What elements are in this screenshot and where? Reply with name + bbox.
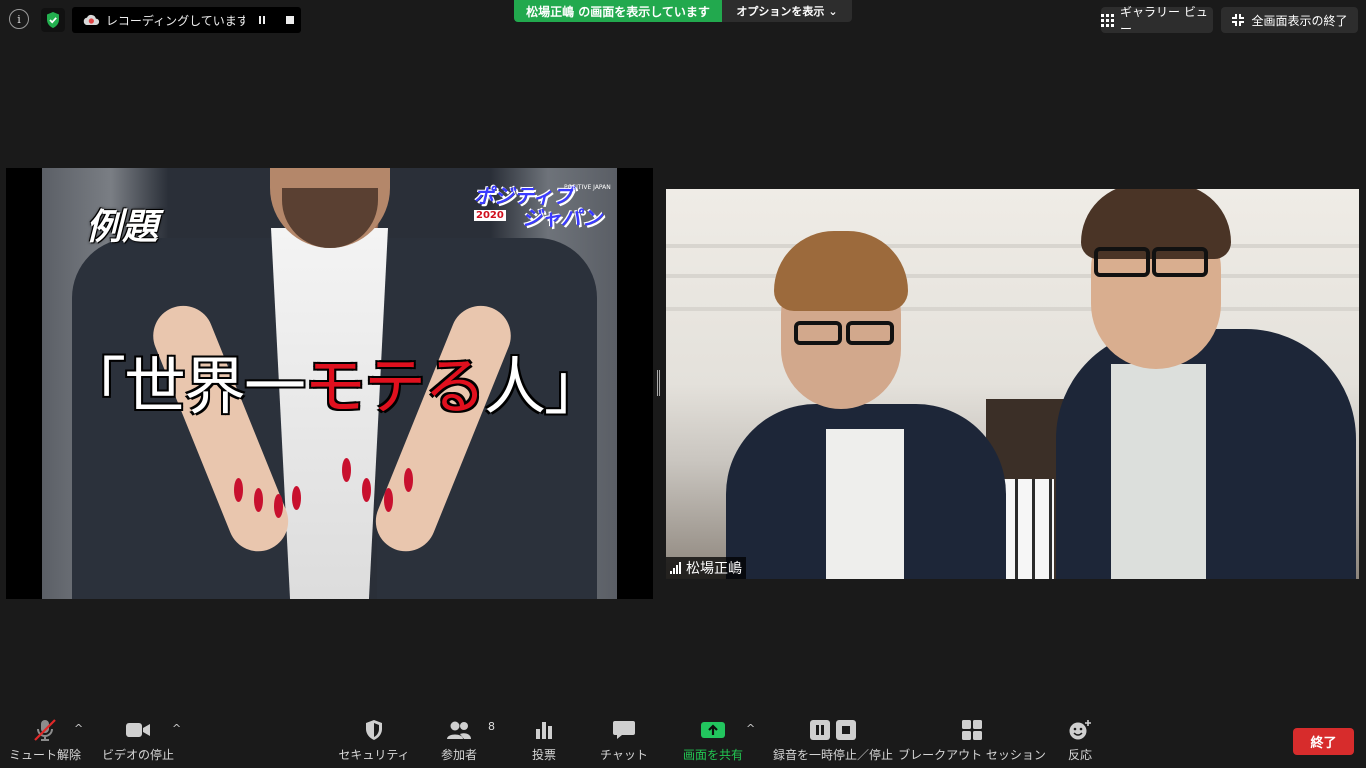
chat-button[interactable]: チャット [596, 718, 652, 766]
participant-name-tag: 松場正嶋 [666, 557, 746, 579]
positive-japan-logo: ポジティブ POSITIVE JAPAN 2020 ジャパン [472, 180, 612, 230]
gallery-grid-icon [1101, 13, 1114, 27]
stop-recording-icon [836, 720, 856, 740]
gallery-view-label: ギャラリー ビュー [1120, 5, 1208, 36]
breakout-sessions-label: ブレークアウト セッション [898, 748, 1046, 762]
stop-video-button[interactable]: ビデオの停止 [100, 718, 176, 766]
split-view-divider[interactable] [657, 370, 660, 396]
participants-button[interactable]: 8 参加者 [430, 718, 495, 766]
pause-stop-recording-label: 録音を一時停止／停止 [772, 748, 893, 762]
polls-button[interactable]: 投票 [520, 718, 568, 766]
view-options-label: オプションを表示 [736, 5, 825, 18]
meeting-info-button[interactable]: i [9, 9, 29, 29]
microphone-muted-icon [34, 719, 56, 741]
exit-fullscreen-icon [1232, 14, 1245, 26]
stop-video-label: ビデオの停止 [101, 748, 174, 762]
cloud-recording-icon [83, 14, 100, 25]
shield-icon [366, 720, 382, 740]
participant-name: 松場正嶋 [686, 561, 742, 577]
reactions-button[interactable]: 反応 [1056, 718, 1104, 766]
share-options-caret[interactable]: ^ [746, 722, 755, 735]
view-options-button[interactable]: オプションを表示 ⌄ [722, 0, 852, 22]
exit-fullscreen-label: 全画面表示の終了 [1251, 13, 1348, 28]
security-label: セキュリティ [338, 748, 410, 762]
chat-bubble-icon [613, 721, 635, 739]
logo-subtext: POSITIVE JAPAN [564, 184, 611, 191]
end-meeting-button[interactable]: 終了 [1293, 728, 1354, 755]
reactions-label: 反応 [1067, 748, 1092, 762]
emoji-add-icon [1069, 720, 1091, 740]
slide-heading: 例題 [86, 206, 159, 248]
slide-title: 「世界一モテる人」 [64, 336, 606, 426]
slide-title-prefix: 「世界一 [64, 350, 306, 423]
bar-chart-icon [536, 722, 552, 739]
logo-year: 2020 [474, 210, 506, 221]
exit-fullscreen-button[interactable]: 全画面表示の終了 [1221, 7, 1358, 33]
breakout-sessions-button[interactable]: ブレークアウト セッション [898, 718, 1046, 766]
screen-share-banner: 松場正嶋 の画面を表示しています [514, 0, 722, 22]
recording-label: レコーディングしています... [105, 13, 246, 28]
signal-strength-icon [670, 562, 681, 574]
participants-count: 8 [488, 720, 495, 733]
security-button[interactable]: セキュリティ [338, 718, 410, 766]
recording-indicator: レコーディングしています... [72, 7, 301, 33]
pause-recording-icon [810, 720, 830, 740]
audio-options-caret[interactable]: ^ [74, 722, 83, 735]
video-options-caret[interactable]: ^ [172, 722, 181, 735]
share-screen-button[interactable]: 画面を共有 [678, 718, 748, 766]
logo-line2: ジャパン [522, 206, 602, 230]
breakout-rooms-icon [962, 720, 982, 740]
video-camera-icon [126, 723, 150, 737]
share-screen-label: 画面を共有 [682, 748, 743, 762]
chat-label: チャット [600, 748, 648, 762]
slide-title-highlight: モテる [304, 350, 486, 423]
pause-stop-recording-button[interactable]: 録音を一時停止／停止 [768, 718, 898, 766]
info-icon: i [17, 12, 21, 26]
unmute-button[interactable]: ミュート解除 [8, 718, 82, 766]
pause-recording-button[interactable] [251, 9, 273, 31]
stop-recording-button[interactable] [279, 9, 301, 31]
shared-slide: 例題 「世界一モテる人」 ポジティブ POSITIVE JAPAN 2020 ジ… [42, 168, 617, 599]
shield-check-icon [47, 12, 59, 28]
shared-screen-view[interactable]: 例題 「世界一モテる人」 ポジティブ POSITIVE JAPAN 2020 ジ… [6, 168, 653, 599]
participant-video-tile[interactable]: 松場正嶋 [666, 189, 1359, 579]
pause-icon [259, 16, 266, 24]
participants-label: 参加者 [440, 748, 477, 762]
chevron-down-icon: ⌄ [828, 4, 838, 18]
share-screen-icon [701, 722, 725, 738]
participants-icon [447, 721, 471, 739]
stop-icon [286, 16, 295, 24]
gallery-view-button[interactable]: ギャラリー ビュー [1101, 5, 1213, 36]
encryption-shield-button[interactable] [41, 8, 65, 32]
slide-title-suffix: 人」 [484, 350, 606, 423]
unmute-label: ミュート解除 [8, 748, 81, 762]
polls-label: 投票 [531, 748, 556, 762]
